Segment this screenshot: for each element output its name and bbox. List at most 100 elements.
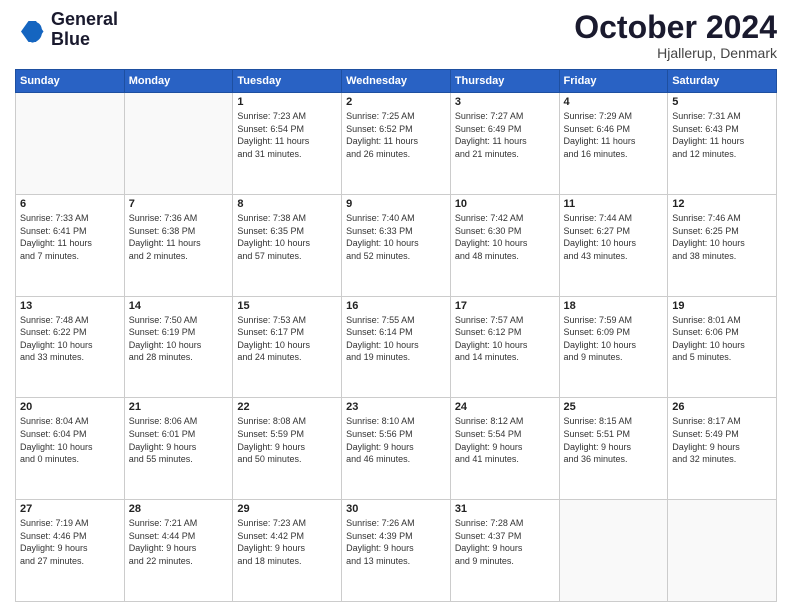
day-number: 5 xyxy=(672,96,772,108)
day-number: 22 xyxy=(237,401,337,413)
weekday-header-thursday: Thursday xyxy=(450,70,559,93)
day-info: Sunrise: 8:08 AM Sunset: 5:59 PM Dayligh… xyxy=(237,415,337,465)
weekday-header-row: SundayMondayTuesdayWednesdayThursdayFrid… xyxy=(16,70,777,93)
day-number: 8 xyxy=(237,198,337,210)
calendar-cell: 21 Sunrise: 8:06 AM Sunset: 6:01 PM Dayli… xyxy=(124,398,233,500)
day-info: Sunrise: 7:42 AM Sunset: 6:30 PM Dayligh… xyxy=(455,212,555,262)
calendar-cell: 13Sunrise: 7:48 AM Sunset: 6:22 PM Dayli… xyxy=(16,296,125,398)
day-number: 1 xyxy=(237,96,337,108)
location: Hjallerup, Denmark xyxy=(574,45,777,61)
day-info: Sunrise: 7:19 AM Sunset: 4:46 PM Dayligh… xyxy=(20,517,120,567)
day-number: 29 xyxy=(237,503,337,515)
day-number: 23 xyxy=(346,401,446,413)
day-number: 13 xyxy=(20,300,120,312)
calendar-cell: 28Sunrise: 7:21 AM Sunset: 4:44 PM Dayli… xyxy=(124,500,233,602)
logo-icon xyxy=(15,15,45,45)
calendar-cell: 7Sunrise: 7:36 AM Sunset: 6:38 PM Daylig… xyxy=(124,194,233,296)
day-info: Sunrise: 7:53 AM Sunset: 6:17 PM Dayligh… xyxy=(237,314,337,364)
calendar-cell: 26Sunrise: 8:17 AM Sunset: 5:49 PM Dayli… xyxy=(668,398,777,500)
day-info: Sunrise: 7:40 AM Sunset: 6:33 PM Dayligh… xyxy=(346,212,446,262)
calendar-cell: 8Sunrise: 7:38 AM Sunset: 6:35 PM Daylig… xyxy=(233,194,342,296)
calendar-cell: 10 Sunrise: 7:42 AM Sunset: 6:30 PM Dayli… xyxy=(450,194,559,296)
day-info: Sunrise: 8:12 AM Sunset: 5:54 PM Dayligh… xyxy=(455,415,555,465)
day-info: Sunrise: 8:15 AM Sunset: 5:51 PM Dayligh… xyxy=(564,415,664,465)
day-number: 9 xyxy=(346,198,446,210)
calendar-cell xyxy=(124,93,233,195)
calendar-cell: 3 Sunrise: 7:27 AM Sunset: 6:49 PM Daylig… xyxy=(450,93,559,195)
calendar-table: SundayMondayTuesdayWednesdayThursdayFrid… xyxy=(15,69,777,602)
weekday-header-tuesday: Tuesday xyxy=(233,70,342,93)
day-number: 27 xyxy=(20,503,120,515)
weekday-header-wednesday: Wednesday xyxy=(342,70,451,93)
title-block: October 2024 Hjallerup, Denmark xyxy=(574,10,777,61)
day-info: Sunrise: 7:29 AM Sunset: 6:46 PM Dayligh… xyxy=(564,110,664,160)
calendar-cell: 4Sunrise: 7:29 AM Sunset: 6:46 PM Daylig… xyxy=(559,93,668,195)
day-number: 7 xyxy=(129,198,229,210)
calendar-cell: 16 Sunrise: 7:55 AM Sunset: 6:14 PM Dayli… xyxy=(342,296,451,398)
day-info: Sunrise: 7:31 AM Sunset: 6:43 PM Dayligh… xyxy=(672,110,772,160)
calendar-cell: 15 Sunrise: 7:53 AM Sunset: 6:17 PM Dayli… xyxy=(233,296,342,398)
calendar-cell: 27 Sunrise: 7:19 AM Sunset: 4:46 PM Dayli… xyxy=(16,500,125,602)
day-info: Sunrise: 7:46 AM Sunset: 6:25 PM Dayligh… xyxy=(672,212,772,262)
weekday-header-sunday: Sunday xyxy=(16,70,125,93)
day-info: Sunrise: 7:23 AM Sunset: 6:54 PM Dayligh… xyxy=(237,110,337,160)
day-number: 30 xyxy=(346,503,446,515)
day-number: 18 xyxy=(564,300,664,312)
day-number: 6 xyxy=(20,198,120,210)
calendar-cell: 29 Sunrise: 7:23 AM Sunset: 4:42 PM Dayli… xyxy=(233,500,342,602)
day-number: 20 xyxy=(20,401,120,413)
day-info: Sunrise: 7:44 AM Sunset: 6:27 PM Dayligh… xyxy=(564,212,664,262)
calendar-cell: 12 Sunrise: 7:46 AM Sunset: 6:25 PM Dayli… xyxy=(668,194,777,296)
day-number: 21 xyxy=(129,401,229,413)
calendar-cell: 2 Sunrise: 7:25 AM Sunset: 6:52 PM Daylig… xyxy=(342,93,451,195)
day-number: 25 xyxy=(564,401,664,413)
calendar-cell: 6Sunrise: 7:33 AM Sunset: 6:41 PM Daylig… xyxy=(16,194,125,296)
calendar-cell: 11Sunrise: 7:44 AM Sunset: 6:27 PM Dayli… xyxy=(559,194,668,296)
day-info: Sunrise: 7:28 AM Sunset: 4:37 PM Dayligh… xyxy=(455,517,555,567)
calendar-cell xyxy=(668,500,777,602)
calendar-cell xyxy=(559,500,668,602)
day-number: 16 xyxy=(346,300,446,312)
day-number: 14 xyxy=(129,300,229,312)
calendar-cell: 24Sunrise: 8:12 AM Sunset: 5:54 PM Dayli… xyxy=(450,398,559,500)
calendar-cell: 22 Sunrise: 8:08 AM Sunset: 5:59 PM Dayli… xyxy=(233,398,342,500)
calendar-cell: 20Sunrise: 8:04 AM Sunset: 6:04 PM Dayli… xyxy=(16,398,125,500)
calendar-cell: 19 Sunrise: 8:01 AM Sunset: 6:06 PM Dayli… xyxy=(668,296,777,398)
calendar-cell: 14 Sunrise: 7:50 AM Sunset: 6:19 PM Dayli… xyxy=(124,296,233,398)
day-number: 3 xyxy=(455,96,555,108)
weekday-header-friday: Friday xyxy=(559,70,668,93)
day-number: 15 xyxy=(237,300,337,312)
day-info: Sunrise: 7:55 AM Sunset: 6:14 PM Dayligh… xyxy=(346,314,446,364)
calendar-cell xyxy=(16,93,125,195)
weekday-header-saturday: Saturday xyxy=(668,70,777,93)
calendar-week-3: 13Sunrise: 7:48 AM Sunset: 6:22 PM Dayli… xyxy=(16,296,777,398)
day-number: 10 xyxy=(455,198,555,210)
day-info: Sunrise: 7:27 AM Sunset: 6:49 PM Dayligh… xyxy=(455,110,555,160)
calendar-cell: 30 Sunrise: 7:26 AM Sunset: 4:39 PM Dayli… xyxy=(342,500,451,602)
day-info: Sunrise: 7:57 AM Sunset: 6:12 PM Dayligh… xyxy=(455,314,555,364)
calendar-cell: 9 Sunrise: 7:40 AM Sunset: 6:33 PM Daylig… xyxy=(342,194,451,296)
day-info: Sunrise: 7:50 AM Sunset: 6:19 PM Dayligh… xyxy=(129,314,229,364)
day-info: Sunrise: 8:01 AM Sunset: 6:06 PM Dayligh… xyxy=(672,314,772,364)
month-title: October 2024 xyxy=(574,10,777,45)
logo: General Blue xyxy=(15,10,118,50)
calendar-cell: 17Sunrise: 7:57 AM Sunset: 6:12 PM Dayli… xyxy=(450,296,559,398)
calendar-cell: 5 Sunrise: 7:31 AM Sunset: 6:43 PM Daylig… xyxy=(668,93,777,195)
day-info: Sunrise: 7:25 AM Sunset: 6:52 PM Dayligh… xyxy=(346,110,446,160)
day-info: Sunrise: 7:23 AM Sunset: 4:42 PM Dayligh… xyxy=(237,517,337,567)
calendar-week-4: 20Sunrise: 8:04 AM Sunset: 6:04 PM Dayli… xyxy=(16,398,777,500)
day-number: 2 xyxy=(346,96,446,108)
day-number: 19 xyxy=(672,300,772,312)
day-info: Sunrise: 8:06 AM Sunset: 6:01 PM Dayligh… xyxy=(129,415,229,465)
header: General Blue October 2024 Hjallerup, Den… xyxy=(15,10,777,61)
day-info: Sunrise: 7:59 AM Sunset: 6:09 PM Dayligh… xyxy=(564,314,664,364)
calendar-week-1: 1 Sunrise: 7:23 AM Sunset: 6:54 PM Daylig… xyxy=(16,93,777,195)
calendar-cell: 23 Sunrise: 8:10 AM Sunset: 5:56 PM Dayli… xyxy=(342,398,451,500)
calendar-cell: 1 Sunrise: 7:23 AM Sunset: 6:54 PM Daylig… xyxy=(233,93,342,195)
weekday-header-monday: Monday xyxy=(124,70,233,93)
day-info: Sunrise: 7:26 AM Sunset: 4:39 PM Dayligh… xyxy=(346,517,446,567)
calendar-cell: 25 Sunrise: 8:15 AM Sunset: 5:51 PM Dayli… xyxy=(559,398,668,500)
day-number: 12 xyxy=(672,198,772,210)
day-info: Sunrise: 8:10 AM Sunset: 5:56 PM Dayligh… xyxy=(346,415,446,465)
calendar-week-5: 27 Sunrise: 7:19 AM Sunset: 4:46 PM Dayli… xyxy=(16,500,777,602)
